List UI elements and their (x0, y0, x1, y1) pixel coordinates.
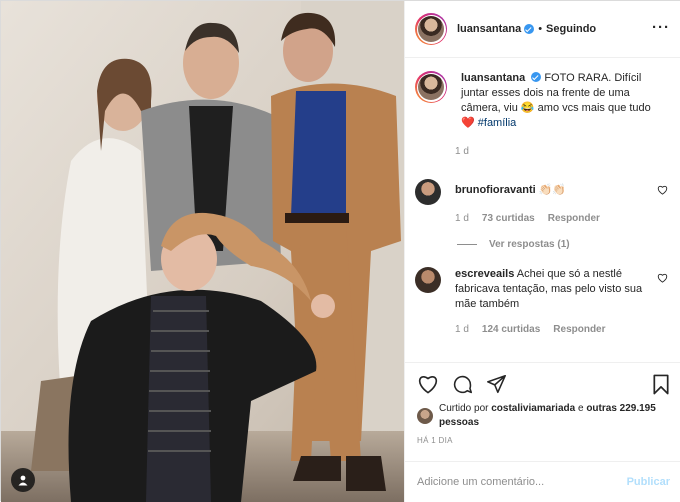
comment-item: brunofioravanti 👏🏻👏🏻 (415, 179, 672, 205)
comment-bubble-icon[interactable] (452, 374, 473, 395)
like-comment-heart-icon[interactable] (657, 273, 668, 283)
ellipsis-icon[interactable]: ··· (652, 19, 670, 36)
commenter-avatar[interactable] (415, 179, 441, 205)
author-username[interactable]: luansantana (457, 23, 521, 35)
caption: luansantana FOTO RARA. Difícil juntar es… (415, 71, 672, 131)
comment-text: 👏🏻👏🏻 (538, 184, 567, 196)
add-comment-bar: Publicar (405, 461, 680, 502)
verified-badge-icon (524, 24, 535, 34)
comments-section[interactable]: luansantana FOTO RARA. Difícil juntar es… (405, 59, 680, 361)
comment-username[interactable]: brunofioravanti (455, 184, 536, 196)
save-bookmark-icon[interactable] (652, 374, 670, 395)
post-timestamp: HÁ 1 DIA (417, 436, 453, 445)
post-side-panel: luansantana • Seguindo ··· luansantana F… (404, 1, 680, 502)
comment-likes[interactable]: 124 curtidas (482, 324, 540, 335)
caption-username[interactable]: luansantana (461, 72, 525, 84)
like-heart-icon[interactable] (417, 374, 439, 394)
commenter-avatar[interactable] (415, 267, 441, 293)
liked-by-prefix: Curtido por (439, 403, 489, 414)
tagged-users-button[interactable] (11, 468, 35, 492)
comment-likes[interactable]: 73 curtidas (482, 213, 535, 224)
caption-meta: 1 d (455, 146, 672, 157)
reply-button[interactable]: Responder (548, 213, 600, 224)
view-replies-button[interactable]: Ver respostas (1) (457, 239, 672, 250)
comment-input[interactable] (417, 476, 607, 488)
comment-meta: 1 d 73 curtidas Responder (455, 213, 672, 224)
family-photo-illustration (1, 1, 404, 502)
liker-avatar[interactable] (417, 408, 433, 424)
publish-button[interactable]: Publicar (627, 476, 670, 488)
person-icon (18, 475, 28, 486)
share-paper-plane-icon[interactable] (486, 374, 507, 394)
caption-avatar[interactable] (415, 71, 447, 103)
author-avatar[interactable] (415, 13, 447, 45)
following-button[interactable]: Seguindo (546, 23, 596, 35)
separator-dot: • (538, 23, 543, 35)
comment-age: 1 d (455, 324, 469, 335)
comment-meta: 1 d 124 curtidas Responder (455, 324, 672, 335)
view-replies-label: Ver respostas (1) (489, 239, 570, 250)
likes-summary: Curtido por costaliviamariada e outras 2… (417, 402, 670, 430)
reply-button[interactable]: Responder (553, 324, 605, 335)
comment-username[interactable]: escreveails (455, 268, 514, 280)
like-comment-heart-icon[interactable] (657, 185, 668, 195)
post-photo[interactable] (1, 1, 404, 502)
hashtag-link[interactable]: #família (478, 117, 517, 129)
comment-age: 1 d (455, 213, 469, 224)
instagram-post: luansantana • Seguindo ··· luansantana F… (0, 0, 680, 502)
liked-connector: e (577, 403, 584, 414)
verified-badge-icon (531, 72, 542, 82)
caption-age: 1 d (455, 146, 469, 157)
liker-username[interactable]: costaliviamariada (491, 403, 575, 414)
comment-item: escreveails Achei que só a nestlé fabric… (415, 267, 672, 312)
post-header: luansantana • Seguindo ··· (405, 1, 680, 58)
